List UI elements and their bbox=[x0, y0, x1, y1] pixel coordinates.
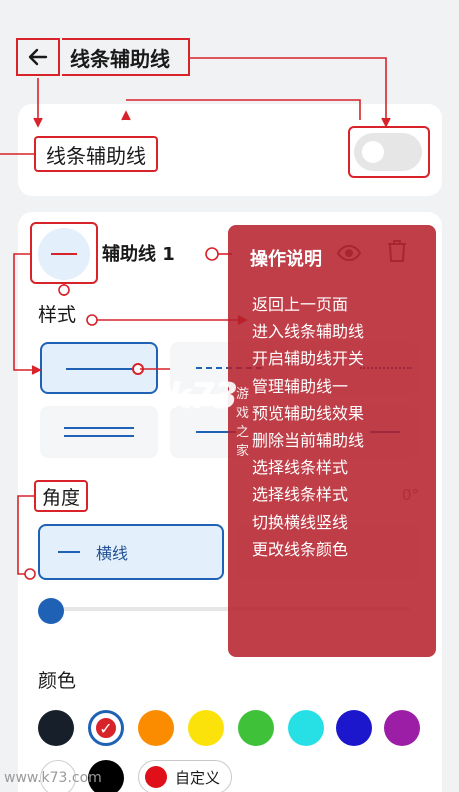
overlay-item: 更改线条颜色 bbox=[252, 539, 349, 559]
watermark-url: www.k73.com bbox=[4, 770, 102, 786]
horizontal-line-label: 横线 bbox=[96, 544, 129, 563]
angle-slider-thumb[interactable] bbox=[38, 598, 64, 624]
horizontal-line-button[interactable]: 横线 bbox=[38, 524, 224, 580]
overlay-item: 预览辅助线效果 bbox=[252, 403, 365, 423]
color-swatch[interactable] bbox=[288, 710, 324, 746]
guide-line-name: 辅助线 1 bbox=[102, 244, 175, 265]
overlay-item: 切换横线竖线 bbox=[252, 512, 349, 532]
color-swatch[interactable] bbox=[384, 710, 420, 746]
color-label: 颜色 bbox=[38, 670, 77, 692]
color-swatch[interactable] bbox=[238, 710, 274, 746]
color-swatch[interactable] bbox=[188, 710, 224, 746]
overlay-item: 返回上一页面 bbox=[252, 295, 349, 314]
color-swatch[interactable]: ✓ bbox=[88, 710, 124, 746]
custom-color-label: 自定义 bbox=[175, 768, 221, 787]
guide-line-toggle[interactable] bbox=[354, 133, 422, 171]
style-label: 样式 bbox=[38, 304, 77, 326]
toggle-knob bbox=[362, 141, 384, 163]
line-glyph-icon bbox=[51, 253, 77, 255]
overlay-item: 进入线条辅助线 bbox=[252, 322, 365, 342]
color-swatch[interactable] bbox=[336, 710, 372, 746]
overlay-item: 删除当前辅助线 bbox=[252, 430, 365, 450]
custom-color-button[interactable]: 自定义 bbox=[138, 760, 232, 792]
color-swatch[interactable] bbox=[38, 710, 74, 746]
back-button[interactable] bbox=[16, 38, 60, 76]
horizontal-dash-icon bbox=[58, 551, 80, 553]
overlay-item: 开启辅助线开关 bbox=[252, 349, 365, 369]
overlay-title: 操作说明 bbox=[250, 249, 322, 270]
line-style-double[interactable] bbox=[40, 406, 158, 458]
line-style-solid[interactable] bbox=[40, 342, 158, 394]
angle-label: 角度 bbox=[34, 480, 88, 512]
watermark-logo: k73 游戏之家 bbox=[168, 376, 249, 459]
toggle-label: 线条辅助线 bbox=[34, 136, 158, 172]
guide-line-icon[interactable] bbox=[38, 228, 90, 280]
check-icon: ✓ bbox=[94, 716, 118, 740]
overlay-item: 管理辅助线一 bbox=[252, 376, 349, 396]
instructions-overlay: 操作说明 返回上一页面 进入线条辅助线 开启辅助线开关 管理辅助线一 预览辅助线… bbox=[228, 225, 436, 657]
color-swatch[interactable] bbox=[138, 710, 174, 746]
watermark-sub-text: 游戏之家 bbox=[236, 387, 250, 459]
watermark-logo-text: k73 bbox=[168, 376, 238, 417]
overlay-list: 返回上一页面 进入线条辅助线 开启辅助线开关 管理辅助线一 预览辅助线效果 删除… bbox=[252, 291, 364, 563]
overlay-item: 选择线条样式 bbox=[252, 458, 349, 478]
page-title: 线条辅助线 bbox=[62, 38, 190, 76]
app-header: 线条辅助线 bbox=[0, 30, 459, 86]
custom-color-dot bbox=[145, 766, 167, 788]
arrow-left-icon bbox=[28, 48, 48, 66]
overlay-item: 选择线条样式 bbox=[252, 485, 349, 505]
